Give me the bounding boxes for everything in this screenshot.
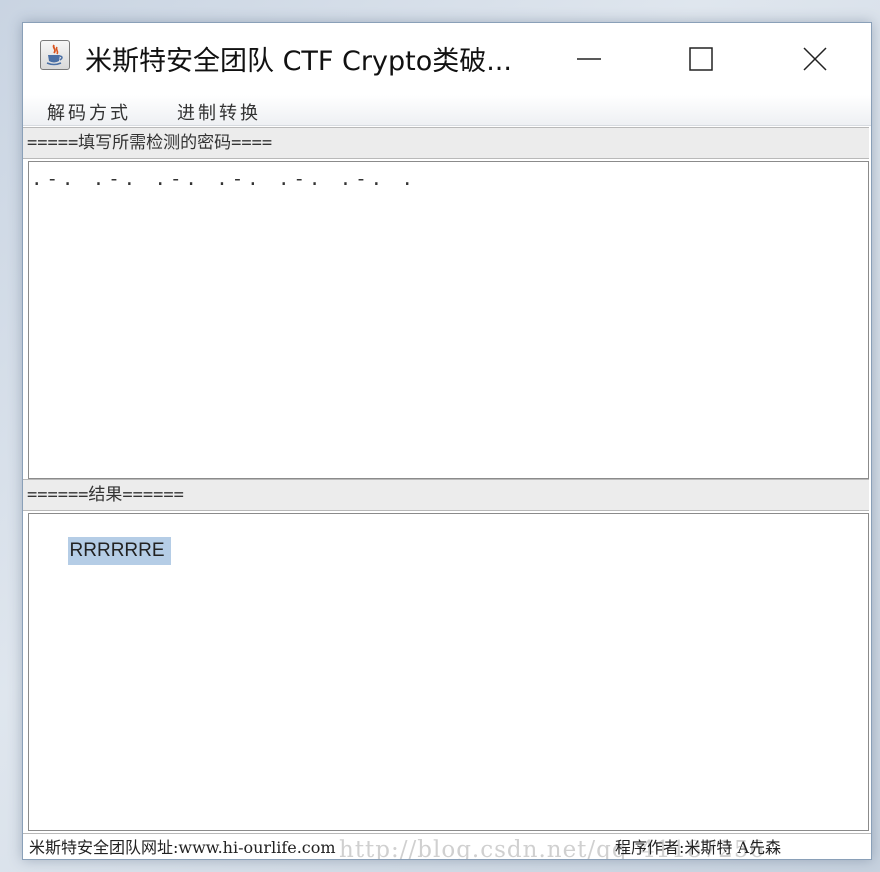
menu-bar: 解码方式 进制转换	[23, 95, 871, 126]
close-button[interactable]	[785, 23, 845, 95]
input-section-label: =====填写所需检测的密码====	[23, 127, 869, 159]
close-icon	[803, 47, 827, 71]
program-author-text: 程序作者:米斯特 A先森	[615, 838, 782, 857]
status-bar: 米斯特安全团队网址:www.hi-ourlife.com http://blog…	[23, 833, 871, 859]
window-title: 米斯特安全团队 CTF Crypto类破...	[85, 46, 512, 77]
minimize-icon	[577, 58, 601, 60]
maximize-button[interactable]	[671, 23, 731, 95]
app-window: 米斯特安全团队 CTF Crypto类破... 解码方式 进制转换 =====填…	[22, 22, 872, 860]
cipher-input-textarea[interactable]: .-. .-. .-. .-. .-. .-. .	[28, 161, 869, 479]
result-text-selected[interactable]: RRRRRRE	[67, 537, 171, 565]
team-website-text: 米斯特安全团队网址:www.hi-ourlife.com	[29, 838, 336, 857]
java-cup-icon[interactable]	[40, 40, 70, 70]
menu-base-conversion[interactable]: 进制转换	[177, 99, 261, 125]
maximize-icon	[689, 47, 713, 71]
menu-decode-method[interactable]: 解码方式	[47, 99, 131, 125]
minimize-button[interactable]	[559, 23, 619, 95]
title-bar[interactable]: 米斯特安全团队 CTF Crypto类破...	[23, 23, 871, 95]
result-output-textarea[interactable]: RRRRRRE	[28, 513, 869, 831]
result-section-label: ======结果======	[23, 479, 869, 511]
